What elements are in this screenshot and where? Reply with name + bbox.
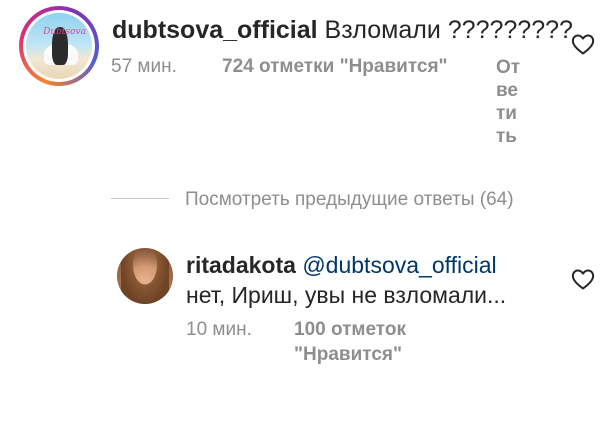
comment-text: Взломали ????????? <box>324 16 573 44</box>
view-previous-replies-button[interactable]: Посмотреть предыдущие ответы (64) <box>185 187 514 213</box>
reply-button[interactable]: Ответить <box>496 56 524 148</box>
reply-mention-link[interactable]: @dubtsova_official <box>302 252 496 278</box>
avatar-ring-inner: Dubtsova <box>23 10 95 82</box>
reply-likes[interactable]: 100 отметок "Нравится" <box>294 317 434 367</box>
comment-time: 57 мин. <box>111 56 177 77</box>
comment-likes[interactable]: 724 отметки "Нравится" <box>222 54 448 80</box>
reply-avatar-hair <box>121 248 169 304</box>
avatar-caption: Dubtsova <box>43 27 86 37</box>
avatar-photo: Dubtsova <box>26 13 92 79</box>
reply-avatar[interactable] <box>117 248 173 304</box>
reply-time: 10 мин. <box>186 319 252 340</box>
replies-divider <box>111 198 169 199</box>
heart-icon[interactable] <box>571 33 595 55</box>
reply-heart-icon[interactable] <box>571 268 595 290</box>
reply-username[interactable]: ritadakota <box>186 252 296 278</box>
reply-text: нет, Ириш, увы не взломали... <box>186 282 507 308</box>
reply-line: ritadakota @dubtsova_official <box>186 251 497 279</box>
comment-avatar[interactable]: Dubtsova <box>19 6 99 86</box>
comment-line: dubtsova_official Взломали ????????? <box>112 15 573 45</box>
comment-username[interactable]: dubtsova_official <box>112 16 318 44</box>
